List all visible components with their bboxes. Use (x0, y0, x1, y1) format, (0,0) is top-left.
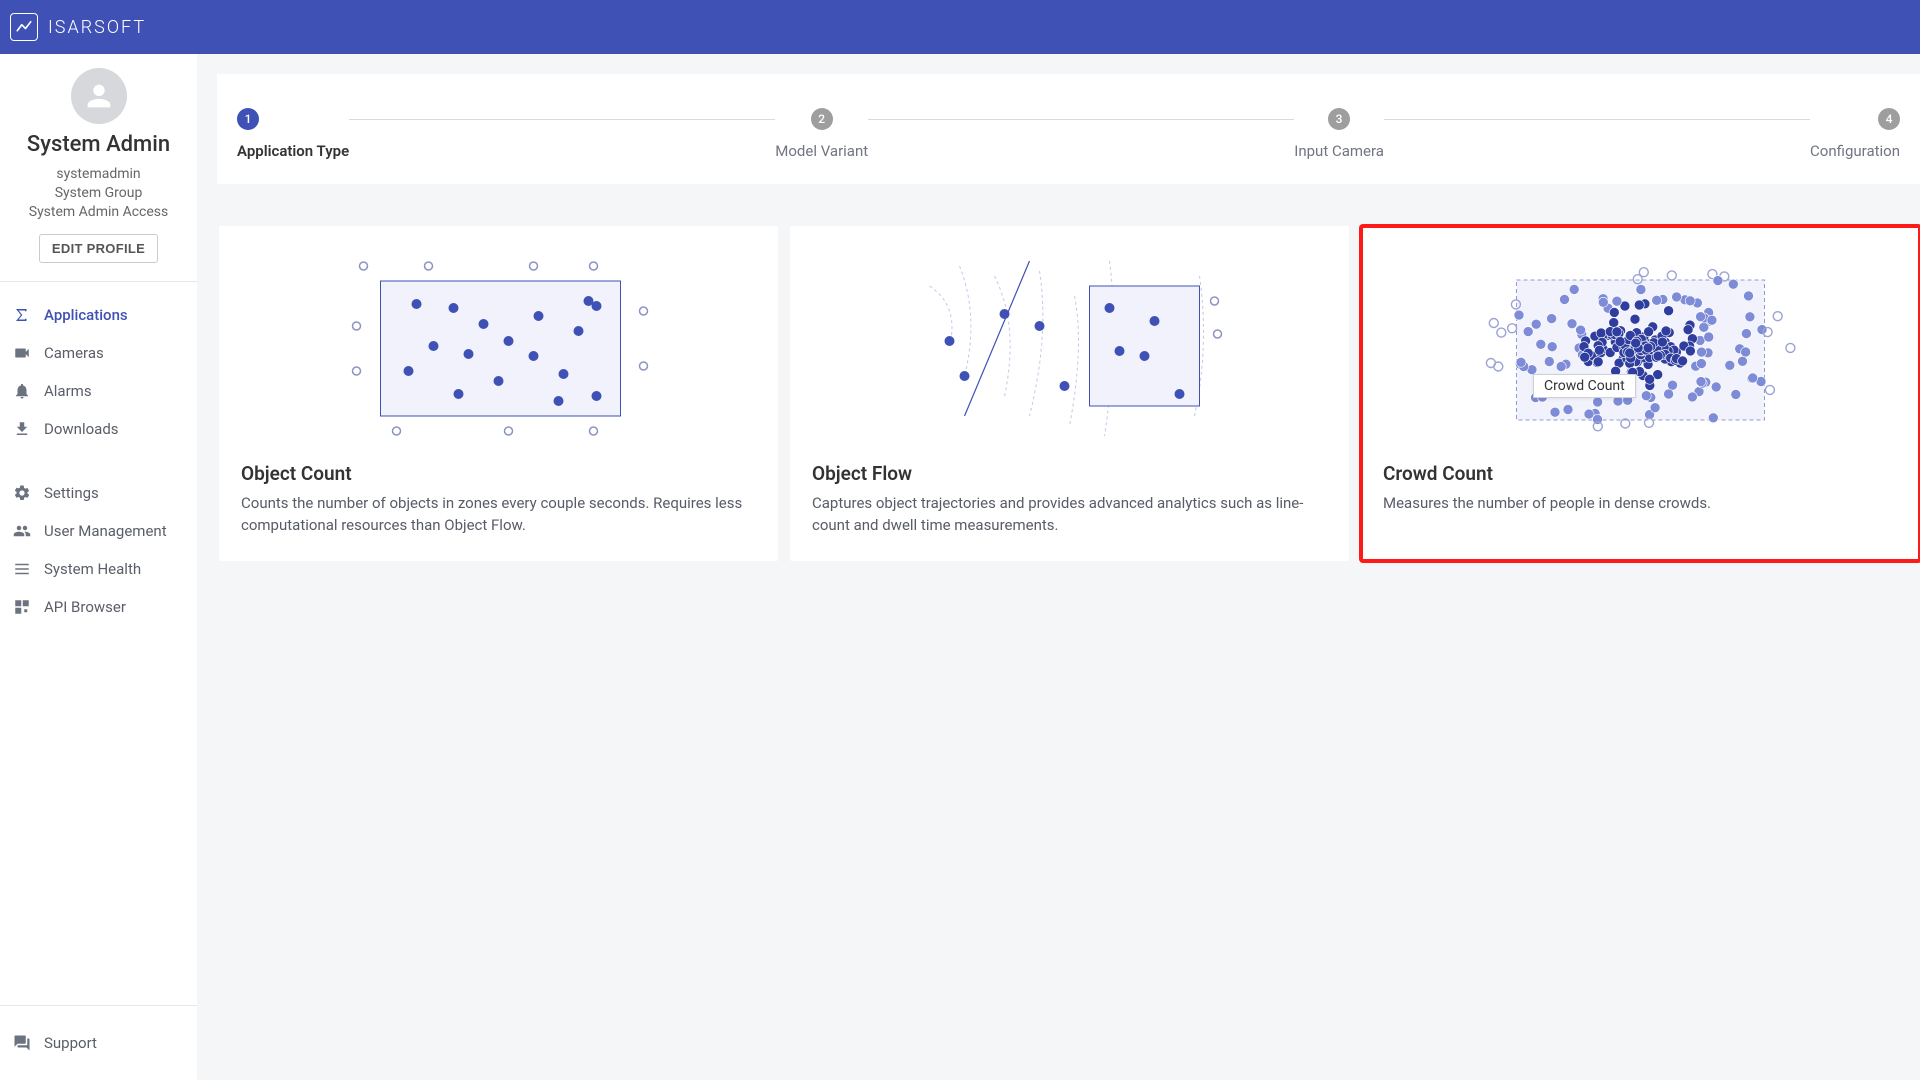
sidebar-item-label: Downloads (44, 420, 119, 438)
card-object-count[interactable]: Object Count Counts the number of object… (219, 226, 778, 561)
brand-name: ISARSOFT (48, 17, 146, 38)
card-title: Object Flow (812, 462, 1327, 485)
illustration-object-count (241, 246, 756, 446)
stepper: 1 Application Type 2 Model Variant 3 Inp… (237, 108, 1900, 160)
step-number: 1 (237, 108, 259, 130)
card-description: Captures object trajectories and provide… (812, 493, 1327, 537)
sidebar-nav: Applications Cameras Alarms Downloads Se… (0, 282, 197, 640)
step-number: 3 (1328, 108, 1350, 130)
profile-group: System Group (6, 184, 191, 203)
main-content: 1 Application Type 2 Model Variant 3 Inp… (197, 54, 1920, 1080)
chat-icon (12, 1033, 32, 1053)
sidebar-item-downloads[interactable]: Downloads (0, 410, 197, 448)
step-number: 4 (1878, 108, 1900, 130)
gear-icon (12, 483, 32, 503)
sidebar: System Admin systemadmin System Group Sy… (0, 54, 197, 1080)
avatar (71, 68, 127, 124)
profile-block: System Admin systemadmin System Group Sy… (0, 54, 197, 281)
application-type-cards: Object Count Counts the number of object… (197, 204, 1920, 569)
profile-username: systemadmin (6, 165, 191, 184)
step-label: Model Variant (775, 142, 868, 160)
profile-meta: systemadmin System Group System Admin Ac… (6, 165, 191, 222)
app-header: ISARSOFT (0, 0, 1920, 54)
sidebar-item-applications[interactable]: Applications (0, 296, 197, 334)
api-icon (12, 597, 32, 617)
sidebar-item-label: Applications (44, 306, 128, 324)
camera-icon (12, 343, 32, 363)
step-number: 2 (811, 108, 833, 130)
step-label: Application Type (237, 142, 349, 160)
sidebar-item-label: System Health (44, 560, 141, 578)
illustration-crowd-count: Crowd Count (1383, 246, 1898, 446)
sidebar-item-label: User Management (44, 522, 167, 540)
sidebar-item-label: API Browser (44, 598, 126, 616)
step-application-type[interactable]: 1 Application Type (237, 108, 349, 160)
bell-icon (12, 381, 32, 401)
sidebar-item-label: Alarms (44, 382, 92, 400)
sidebar-item-label: Settings (44, 484, 99, 502)
sidebar-item-alarms[interactable]: Alarms (0, 372, 197, 410)
download-icon (12, 419, 32, 439)
step-model-variant[interactable]: 2 Model Variant (775, 108, 868, 160)
step-connector (1384, 119, 1810, 120)
profile-name: System Admin (6, 132, 191, 157)
logo-icon (10, 13, 38, 41)
sidebar-item-support[interactable]: Support (0, 1024, 197, 1062)
step-input-camera[interactable]: 3 Input Camera (1294, 108, 1384, 160)
wizard-panel: 1 Application Type 2 Model Variant 3 Inp… (217, 74, 1920, 184)
card-title: Object Count (241, 462, 756, 485)
support-block: Support (0, 1005, 197, 1080)
card-description: Measures the number of people in dense c… (1383, 493, 1898, 515)
step-label: Configuration (1810, 142, 1900, 160)
step-connector (868, 119, 1294, 120)
sidebar-item-settings[interactable]: Settings (0, 474, 197, 512)
card-object-flow[interactable]: Object Flow Captures object trajectories… (790, 226, 1349, 561)
step-label: Input Camera (1294, 142, 1384, 160)
edit-profile-button[interactable]: EDIT PROFILE (39, 234, 158, 263)
sidebar-item-user-management[interactable]: User Management (0, 512, 197, 550)
illustration-object-flow (812, 246, 1327, 446)
card-title: Crowd Count (1383, 462, 1898, 485)
card-description: Counts the number of objects in zones ev… (241, 493, 756, 537)
list-icon (12, 559, 32, 579)
sidebar-item-api-browser[interactable]: API Browser (0, 588, 197, 626)
step-configuration[interactable]: 4 Configuration (1810, 108, 1900, 160)
sidebar-item-label: Support (44, 1034, 97, 1052)
sidebar-item-label: Cameras (44, 344, 104, 362)
sidebar-item-system-health[interactable]: System Health (0, 550, 197, 588)
profile-access: System Admin Access (6, 203, 191, 222)
users-icon (12, 521, 32, 541)
sigma-icon (12, 305, 32, 325)
step-connector (349, 119, 775, 120)
card-crowd-count[interactable]: Crowd Count Crowd Count Measures the num… (1361, 226, 1920, 561)
sidebar-item-cameras[interactable]: Cameras (0, 334, 197, 372)
